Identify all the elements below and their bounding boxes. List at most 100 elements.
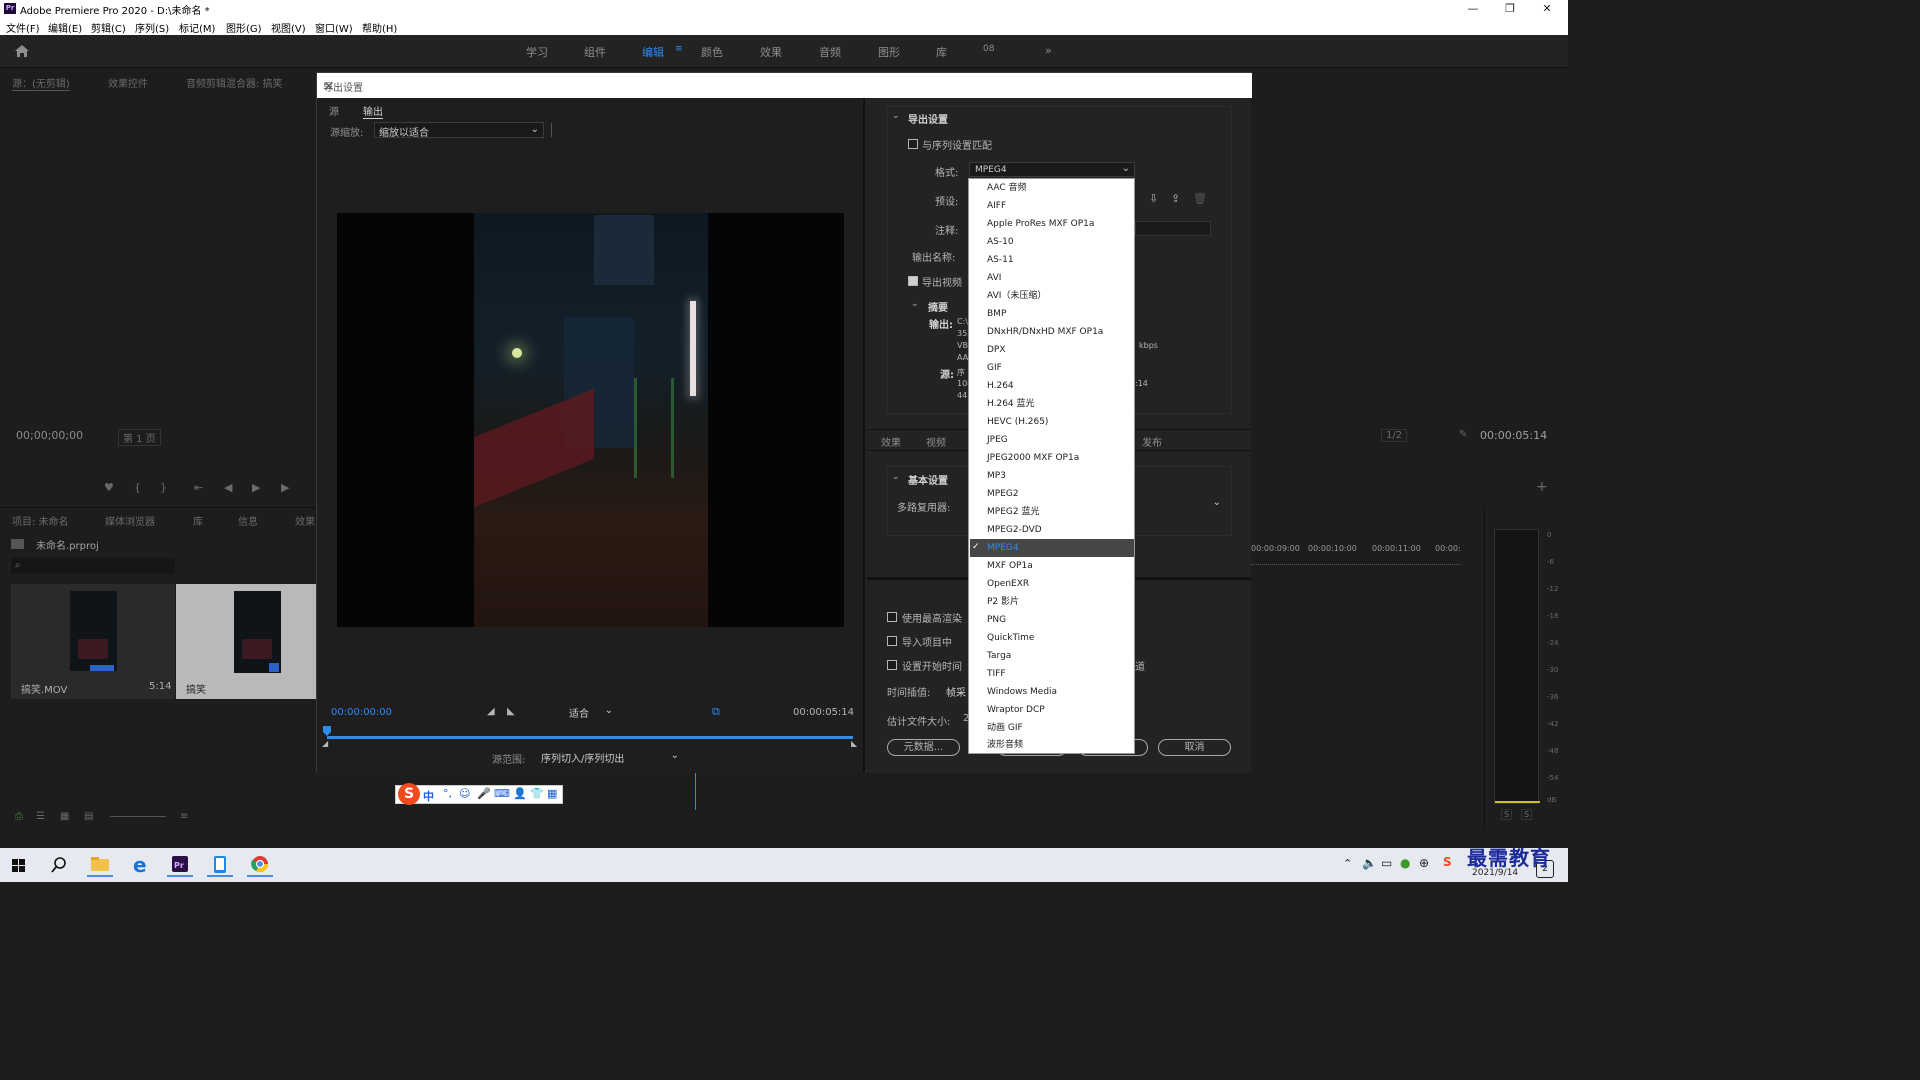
menu-graphics[interactable]: 图形(G) [226,20,262,35]
tablet-app-icon[interactable] [207,853,233,877]
format-option[interactable]: AVI（未压缩） [987,287,1135,305]
format-option[interactable]: H.264 蓝光 [987,395,1135,413]
list-view-icon[interactable]: ☰ [36,811,45,822]
file-explorer-icon[interactable] [87,853,113,877]
format-option[interactable]: Windows Media [987,683,1135,701]
import-project-checkbox[interactable] [887,636,897,646]
keyboard-icon[interactable]: ⌨ [494,787,510,800]
tab-source[interactable]: 源：(无剪辑) [12,75,70,91]
icon-view-icon[interactable]: ▦ [60,811,69,822]
format-option[interactable]: GIF [987,359,1135,377]
solo-button[interactable]: S [1501,809,1513,820]
sort-icon[interactable]: ≡ [180,811,188,822]
sogou-tray-icon[interactable]: S [1443,855,1452,869]
menu-help[interactable]: 帮助(H) [362,20,397,35]
metadata-button[interactable]: 元数据... [887,739,960,756]
maximize-button[interactable]: ❐ [1492,0,1528,17]
close-window-button[interactable]: ✕ [1529,0,1565,17]
project-item-clip[interactable]: 搞笑.MOV 5:14 [11,584,175,699]
tab-source-preview[interactable]: 源 [329,103,339,118]
menu-file[interactable]: 文件(F) [6,20,40,35]
export-playhead[interactable] [323,726,331,736]
tab-video-settings[interactable]: 视频 [926,434,946,449]
chrome-icon[interactable] [247,853,273,877]
format-option[interactable]: HEVC (H.265) [987,413,1135,431]
set-out-point-icon[interactable]: ◣ [507,706,515,717]
comments-input[interactable] [1135,221,1211,236]
volume-icon[interactable]: 🔈 [1362,856,1377,870]
menu-view[interactable]: 视图(V) [271,20,306,35]
format-option[interactable]: MXF OP1a [987,557,1135,575]
tab-media-browser[interactable]: 媒体浏览器 [105,513,155,528]
search-icon[interactable] [47,853,73,877]
format-select[interactable]: MPEG4 ⌄ [969,162,1135,177]
format-option-selected[interactable]: MPEG4 [970,539,1134,557]
format-option[interactable]: TIFF [987,665,1135,683]
tab-publish-settings[interactable]: 发布 [1142,434,1162,449]
format-option[interactable]: AS-11 [987,251,1135,269]
program-zoom-select[interactable]: 1/2 [1381,429,1408,442]
menu-window[interactable]: 窗口(W) [315,20,353,35]
voice-icon[interactable]: 🎤 [477,787,491,800]
format-option[interactable]: AVI [987,269,1135,287]
format-option[interactable]: DNxHR/DNxHD MXF OP1a [987,323,1135,341]
format-option[interactable]: JPEG2000 MXF OP1a [987,449,1135,467]
format-option[interactable]: OpenEXR [987,575,1135,593]
tab-effects[interactable]: 效果 [295,513,315,528]
menu-markers[interactable]: 标记(M) [179,20,215,35]
workspace-editing[interactable]: 编辑 [642,44,664,60]
input-method-icon[interactable]: ⊕ [1419,856,1429,870]
mark-out-icon[interactable]: } [160,481,167,494]
format-option[interactable]: JPEG [987,431,1135,449]
workspace-menu-icon[interactable]: ≡ [675,44,683,54]
minimize-button[interactable]: — [1455,0,1491,17]
basic-collapse-icon[interactable]: ⌄ [892,472,900,482]
max-render-checkbox[interactable] [887,612,897,622]
windows-start-icon[interactable] [7,853,33,877]
workspace-graphics[interactable]: 图形 [878,44,900,60]
menu-sequence[interactable]: 序列(S) [135,20,169,35]
summary-collapse-icon[interactable]: ⌄ [911,299,919,309]
wrench-icon[interactable]: ✎ [1459,429,1467,440]
lock-icon[interactable]: ⎙ [15,811,23,822]
add-button-icon[interactable]: + [1536,479,1548,495]
collapse-icon[interactable]: ⌄ [892,111,900,121]
format-option[interactable]: BMP [987,305,1135,323]
project-item-sequence[interactable]: 搞笑 [176,584,316,699]
format-option[interactable]: P2 影片 [987,593,1135,611]
set-in-point-icon[interactable]: ◢ [487,706,495,717]
export-timeline-bar[interactable] [327,736,853,739]
format-option[interactable]: 动画 GIF [987,719,1135,737]
project-search-input[interactable] [11,558,175,574]
tab-effect-controls[interactable]: 效果控件 [108,75,148,90]
format-option[interactable]: Wraptor DCP [987,701,1135,719]
ime-mode[interactable]: 中 [423,788,434,804]
workspace-libraries[interactable]: 库 [936,44,947,60]
export-video-checkbox[interactable] [908,276,918,286]
format-option[interactable]: AS-10 [987,233,1135,251]
time-interpolation-value[interactable]: 帧采 [946,684,966,699]
format-option[interactable]: Apple ProRes MXF OP1a [987,215,1135,233]
toolbox-icon[interactable]: ▦ [547,787,557,800]
workspace-08[interactable]: 08 [983,44,994,54]
in-handle-icon[interactable]: ◢ [322,739,328,748]
format-option[interactable]: MPEG2 [987,485,1135,503]
network-icon[interactable]: ▭ [1381,856,1392,870]
workspace-learn[interactable]: 学习 [526,44,548,60]
source-range-select[interactable]: 序列切入/序列切出 ⌄ [537,749,683,765]
solo-button[interactable]: S [1521,809,1533,820]
emoji-icon[interactable]: ☺ [459,787,470,800]
tab-audio-clip-mixer[interactable]: 音频剪辑混合器: 搞笑 [186,75,283,90]
security-icon[interactable]: ● [1400,856,1410,870]
marker-icon[interactable]: ♥ [104,481,114,494]
import-preset-icon[interactable]: ⇪ [1171,192,1180,205]
format-option[interactable]: DPX [987,341,1135,359]
tab-libraries[interactable]: 库 [193,513,203,528]
format-option[interactable]: 波形音频 [987,736,1135,754]
format-option[interactable]: QuickTime [987,629,1135,647]
cancel-button[interactable]: 取消 [1158,739,1231,756]
export-current-time[interactable]: 00:00:00:00 [331,707,392,718]
format-option[interactable]: Targa [987,647,1135,665]
save-preset-icon[interactable]: ⇩ [1149,192,1158,205]
dialog-close-icon[interactable]: ✕ [323,79,1246,95]
